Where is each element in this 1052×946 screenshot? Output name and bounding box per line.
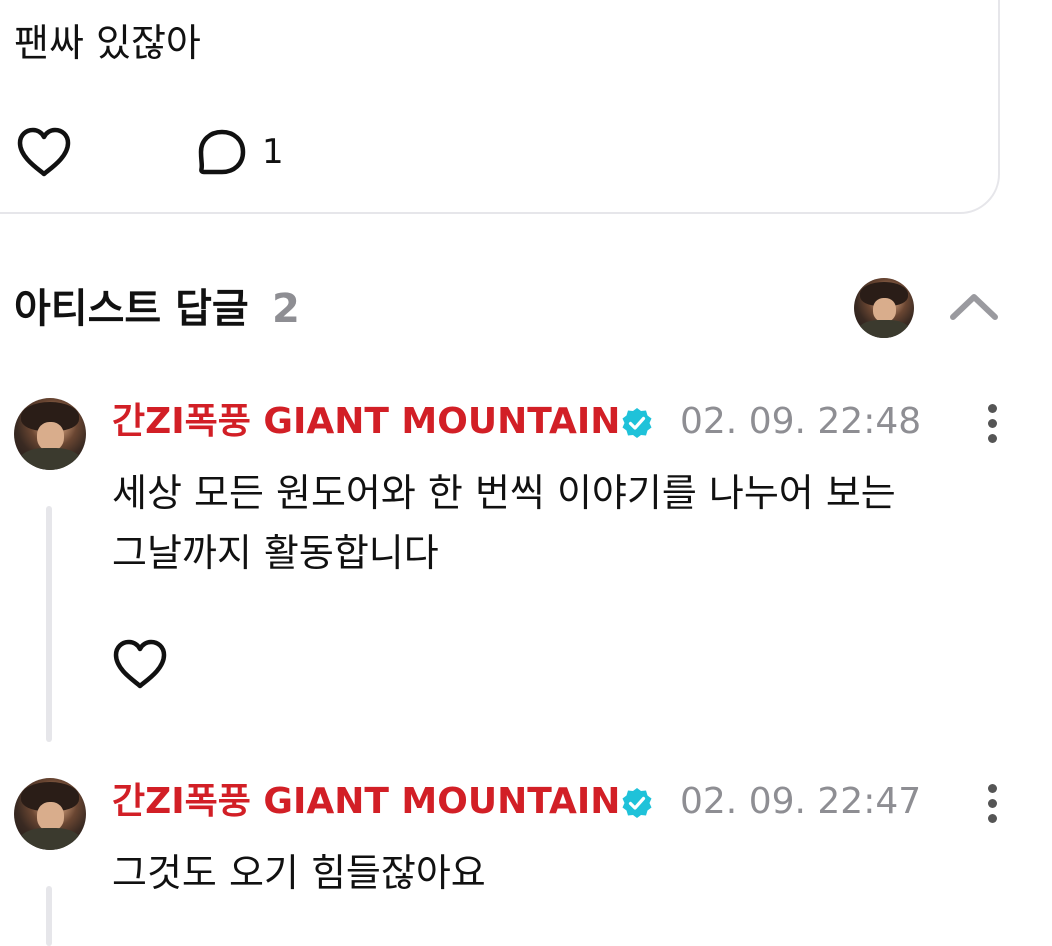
heart-outline-icon[interactable] (16, 126, 72, 178)
reply-text-line: 그것도 오기 힘들잖아요 (112, 851, 486, 895)
thread-line (46, 886, 52, 946)
artist-avatar-small[interactable] (854, 278, 914, 338)
artist-replies-count: 2 (272, 286, 300, 332)
thread-line (46, 506, 52, 742)
reply-text-line: 그날까지 활동합니다 (112, 531, 439, 575)
artist-replies-title: 아티스트 답글 (14, 286, 249, 332)
verified-badge-icon (622, 788, 652, 818)
reply-author-name[interactable]: 간ZI폭풍 GIANT MOUNTAIN (112, 780, 620, 824)
more-options-icon[interactable] (986, 784, 998, 829)
comment-count: 1 (262, 132, 284, 172)
chevron-up-icon[interactable] (948, 290, 1000, 322)
verified-badge-icon (622, 408, 652, 438)
reply-avatar[interactable] (14, 778, 86, 850)
reply-text-line: 세상 모든 원도어와 한 번씩 이야기를 나누어 보는 (112, 471, 896, 515)
post-text: 팬싸 있잖아 (14, 21, 201, 65)
more-options-icon[interactable] (986, 404, 998, 449)
reply-avatar[interactable] (14, 398, 86, 470)
speech-bubble-icon[interactable] (196, 128, 248, 178)
reply-author-name[interactable]: 간ZI폭풍 GIANT MOUNTAIN (112, 400, 620, 444)
heart-outline-icon[interactable] (112, 638, 168, 690)
reply-timestamp: 02. 09. 22:48 (680, 401, 922, 442)
reply-timestamp: 02. 09. 22:47 (680, 781, 922, 822)
